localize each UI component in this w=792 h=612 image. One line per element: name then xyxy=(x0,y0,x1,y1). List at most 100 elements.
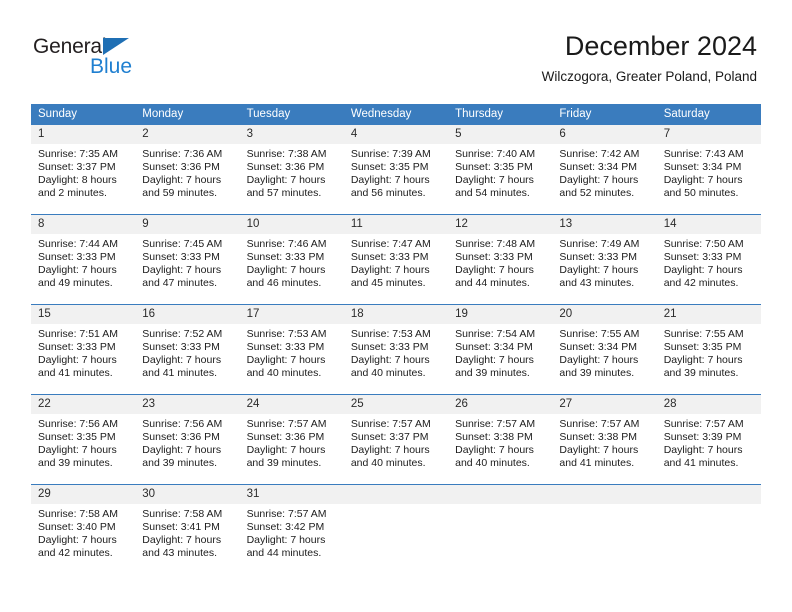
sunset-text: Sunset: 3:37 PM xyxy=(350,431,429,444)
daylight-text-line2: and 43 minutes. xyxy=(142,547,217,560)
day-details: Sunrise: 7:57 AM Sunset: 3:37 PM Daylight:… xyxy=(344,414,448,470)
daylight-text-line1: Daylight: 7 hours xyxy=(38,534,117,547)
weekday-header-saturday: Saturday xyxy=(656,104,761,125)
calendar-day-cell[interactable]: 4 Sunrise: 7:39 AM Sunset: 3:35 PM Daylight… xyxy=(343,125,449,215)
general-blue-logo: General Blue xyxy=(33,36,163,84)
day-details: Sunrise: 7:51 AM Sunset: 3:33 PM Daylight:… xyxy=(31,324,135,380)
day-number: 14 xyxy=(656,215,761,234)
day-details: Sunrise: 7:50 AM Sunset: 3:33 PM Daylight:… xyxy=(657,234,761,290)
calendar-day-cell[interactable]: 9 Sunrise: 7:45 AM Sunset: 3:33 PM Daylight… xyxy=(135,214,240,305)
calendar-day-cell[interactable]: 20 Sunrise: 7:55 AM Sunset: 3:34 PM Dayligh… xyxy=(552,304,657,395)
day-details: Sunrise: 7:44 AM Sunset: 3:33 PM Daylight:… xyxy=(31,234,135,290)
calendar-header-row: Sunday Monday Tuesday Wednesday Thursday… xyxy=(31,104,761,125)
daylight-text-line2: and 44 minutes. xyxy=(455,277,530,290)
daylight-text-line1: Daylight: 7 hours xyxy=(559,174,639,187)
calendar-day-cell[interactable]: 17 Sunrise: 7:53 AM Sunset: 3:33 PM Dayligh… xyxy=(239,304,344,395)
day-number: 16 xyxy=(135,305,240,324)
daylight-text-line1: Daylight: 7 hours xyxy=(559,444,639,457)
calendar-day-cell[interactable]: 26 Sunrise: 7:57 AM Sunset: 3:38 PM Dayligh… xyxy=(448,394,553,485)
calendar-day-cell[interactable]: 3 Sunrise: 7:38 AM Sunset: 3:36 PM Daylight… xyxy=(239,125,344,215)
day-details: Sunrise: 7:57 AM Sunset: 3:36 PM Daylight:… xyxy=(240,414,344,470)
day-number: 18 xyxy=(343,305,449,324)
day-details: Sunrise: 7:38 AM Sunset: 3:36 PM Daylight:… xyxy=(240,144,344,200)
sunset-text: Sunset: 3:33 PM xyxy=(38,251,116,264)
sunset-text: Sunset: 3:39 PM xyxy=(663,431,742,444)
daylight-text-line2: and 2 minutes. xyxy=(38,187,107,200)
calendar-day-cell[interactable]: 27 Sunrise: 7:57 AM Sunset: 3:38 PM Dayligh… xyxy=(552,394,657,485)
calendar-day-cell[interactable]: 13 Sunrise: 7:49 AM Sunset: 3:33 PM Dayligh… xyxy=(552,214,657,305)
day-details: Sunrise: 7:48 AM Sunset: 3:33 PM Daylight:… xyxy=(448,234,552,290)
day-details: Sunrise: 7:58 AM Sunset: 3:41 PM Daylight:… xyxy=(135,504,239,560)
daylight-text-line2: and 39 minutes. xyxy=(455,367,530,380)
day-number xyxy=(552,485,657,504)
calendar-day-cell[interactable]: 6 Sunrise: 7:42 AM Sunset: 3:34 PM Daylight… xyxy=(552,125,657,215)
day-number: 27 xyxy=(552,395,657,414)
calendar-day-cell[interactable]: 25 Sunrise: 7:57 AM Sunset: 3:37 PM Dayligh… xyxy=(343,394,449,485)
calendar-day-cell[interactable]: 19 Sunrise: 7:54 AM Sunset: 3:34 PM Dayligh… xyxy=(448,304,553,395)
sunset-text: Sunset: 3:38 PM xyxy=(455,431,533,444)
day-number: 17 xyxy=(239,305,344,324)
daylight-text-line2: and 40 minutes. xyxy=(350,457,426,470)
calendar-day-cell[interactable]: 15 Sunrise: 7:51 AM Sunset: 3:33 PM Dayligh… xyxy=(31,304,136,395)
calendar-day-cell[interactable]: 8 Sunrise: 7:44 AM Sunset: 3:33 PM Daylight… xyxy=(31,214,136,305)
daylight-text-line1: Daylight: 7 hours xyxy=(38,354,117,367)
sunset-text: Sunset: 3:33 PM xyxy=(142,341,220,354)
calendar-day-cell[interactable]: 2 Sunrise: 7:36 AM Sunset: 3:36 PM Daylight… xyxy=(135,125,240,215)
calendar-day-cell[interactable]: 28 Sunrise: 7:57 AM Sunset: 3:39 PM Dayligh… xyxy=(656,394,761,485)
calendar-day-cell[interactable]: 7 Sunrise: 7:43 AM Sunset: 3:34 PM Daylight… xyxy=(656,125,761,215)
calendar-day-cell[interactable]: 30 Sunrise: 7:58 AM Sunset: 3:41 PM Dayligh… xyxy=(135,484,240,574)
day-details: Sunrise: 7:57 AM Sunset: 3:38 PM Daylight:… xyxy=(448,414,552,470)
daylight-text-line1: Daylight: 7 hours xyxy=(142,444,222,457)
day-number: 31 xyxy=(239,485,344,504)
logo-text-blue: Blue xyxy=(90,55,133,78)
sunrise-text: Sunrise: 7:57 AM xyxy=(350,418,431,430)
sunrise-text: Sunrise: 7:46 AM xyxy=(246,238,327,250)
daylight-text-line1: Daylight: 7 hours xyxy=(38,264,117,277)
day-number: 11 xyxy=(343,215,449,234)
day-details: Sunrise: 7:56 AM Sunset: 3:36 PM Daylight:… xyxy=(135,414,239,470)
calendar-day-cell[interactable]: 14 Sunrise: 7:50 AM Sunset: 3:33 PM Dayligh… xyxy=(656,214,761,305)
sunrise-text: Sunrise: 7:58 AM xyxy=(142,508,223,520)
sunrise-text: Sunrise: 7:55 AM xyxy=(663,328,744,340)
daylight-text-line2: and 42 minutes. xyxy=(38,547,113,560)
weekday-header-thursday: Thursday xyxy=(448,104,553,125)
calendar-day-cell[interactable]: 22 Sunrise: 7:56 AM Sunset: 3:35 PM Dayligh… xyxy=(31,394,136,485)
calendar-day-cell[interactable]: 11 Sunrise: 7:47 AM Sunset: 3:33 PM Dayligh… xyxy=(343,214,449,305)
daylight-text-line1: Daylight: 7 hours xyxy=(663,174,743,187)
calendar-week-row: 1 Sunrise: 7:35 AM Sunset: 3:37 PM Daylight… xyxy=(31,125,761,215)
daylight-text-line1: Daylight: 7 hours xyxy=(246,264,326,277)
calendar-day-cell[interactable]: 1 Sunrise: 7:35 AM Sunset: 3:37 PM Daylight… xyxy=(31,125,136,215)
title-block: December 2024 Wilczogora, Greater Poland… xyxy=(542,30,757,86)
calendar-day-cell[interactable]: 23 Sunrise: 7:56 AM Sunset: 3:36 PM Dayligh… xyxy=(135,394,240,485)
calendar-day-cell[interactable]: 31 Sunrise: 7:57 AM Sunset: 3:42 PM Dayligh… xyxy=(239,484,344,574)
day-details xyxy=(344,504,448,508)
calendar-day-cell[interactable]: 5 Sunrise: 7:40 AM Sunset: 3:35 PM Daylight… xyxy=(448,125,553,215)
calendar-day-cell[interactable]: 29 Sunrise: 7:58 AM Sunset: 3:40 PM Dayligh… xyxy=(31,484,136,574)
sunset-text: Sunset: 3:35 PM xyxy=(455,161,533,174)
day-details xyxy=(552,504,656,508)
day-details xyxy=(448,504,552,508)
day-number: 8 xyxy=(31,215,136,234)
daylight-text-line2: and 42 minutes. xyxy=(663,277,739,290)
calendar-day-cell[interactable]: 16 Sunrise: 7:52 AM Sunset: 3:33 PM Dayligh… xyxy=(135,304,240,395)
day-number: 7 xyxy=(656,125,761,144)
calendar-day-cell[interactable]: 24 Sunrise: 7:57 AM Sunset: 3:36 PM Dayligh… xyxy=(239,394,344,485)
sunrise-text: Sunrise: 7:36 AM xyxy=(142,148,223,160)
calendar-day-cell[interactable]: 21 Sunrise: 7:55 AM Sunset: 3:35 PM Dayligh… xyxy=(656,304,761,395)
calendar-day-cell[interactable]: 18 Sunrise: 7:53 AM Sunset: 3:33 PM Dayligh… xyxy=(343,304,449,395)
day-number: 23 xyxy=(135,395,240,414)
daylight-text-line2: and 50 minutes. xyxy=(663,187,739,200)
daylight-text-line2: and 57 minutes. xyxy=(246,187,322,200)
calendar-week-row: 29 Sunrise: 7:58 AM Sunset: 3:40 PM Dayligh… xyxy=(31,484,761,574)
sunset-text: Sunset: 3:36 PM xyxy=(246,431,325,444)
calendar-week-row: 8 Sunrise: 7:44 AM Sunset: 3:33 PM Daylight… xyxy=(31,214,761,305)
calendar-day-cell[interactable]: 12 Sunrise: 7:48 AM Sunset: 3:33 PM Dayligh… xyxy=(448,214,553,305)
daylight-text-line1: Daylight: 7 hours xyxy=(455,444,534,457)
day-number: 29 xyxy=(31,485,136,504)
logo-triangle-icon xyxy=(103,38,129,55)
day-details: Sunrise: 7:58 AM Sunset: 3:40 PM Daylight:… xyxy=(31,504,135,560)
daylight-text-line2: and 39 minutes. xyxy=(38,457,113,470)
day-details: Sunrise: 7:57 AM Sunset: 3:42 PM Daylight:… xyxy=(240,504,344,560)
daylight-text-line2: and 39 minutes. xyxy=(559,367,635,380)
calendar-day-cell[interactable]: 10 Sunrise: 7:46 AM Sunset: 3:33 PM Dayligh… xyxy=(239,214,344,305)
